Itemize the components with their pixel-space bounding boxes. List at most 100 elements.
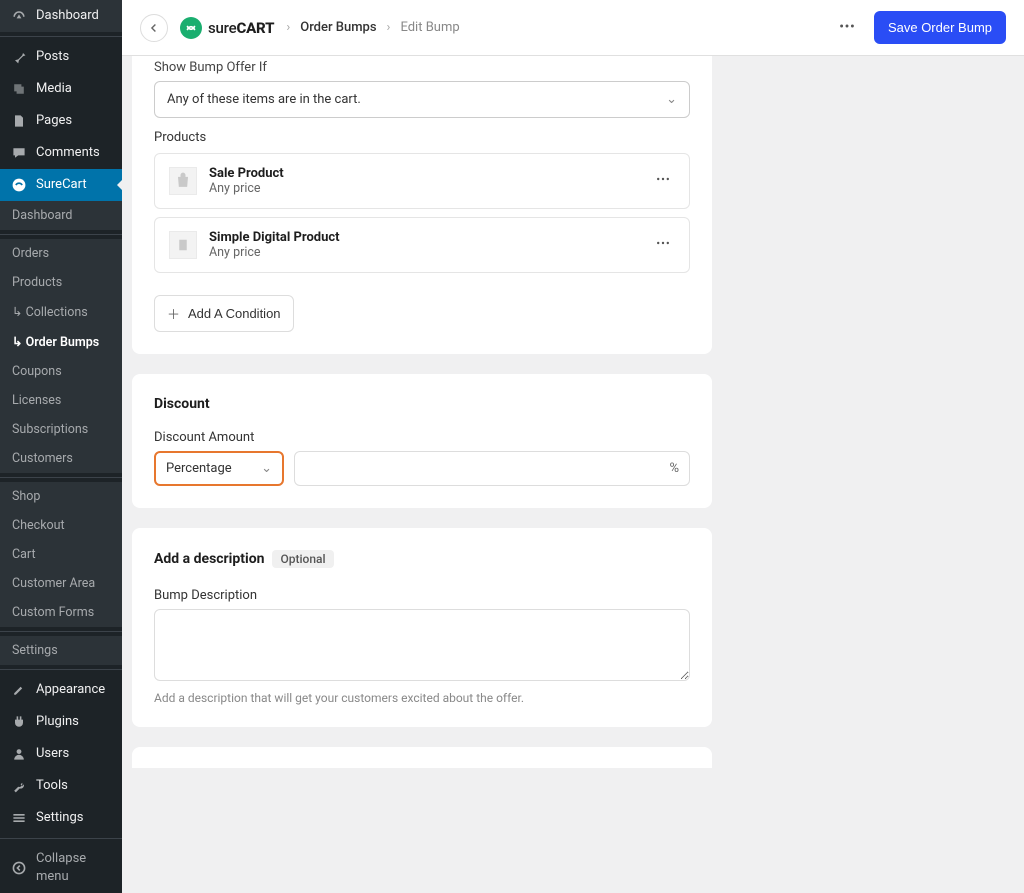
sidebar-item-dashboard[interactable]: Dashboard [0,0,122,32]
sidebar-item-tools[interactable]: Tools [0,770,122,802]
more-actions-button[interactable] [832,13,862,43]
condition-select-value: Any of these items are in the cart. [167,92,361,107]
save-order-bump-button[interactable]: Save Order Bump [874,11,1006,44]
sidebar-item-label: Posts [36,48,69,66]
product-row: Sale Product Any price [154,153,690,209]
plus-icon: ＋ [167,304,180,323]
admin-sidebar: Dashboard Posts Media Pages Comments Sur… [0,0,122,768]
surecart-logo: sureCART [180,17,274,39]
sidebar-item-label: SureCart [36,176,87,194]
wrench-icon [10,777,28,795]
product-name: Simple Digital Product [209,230,639,245]
sidebar-item-label: Plugins [36,713,79,731]
collapse-icon [10,859,28,877]
sidebar-sub-coupons[interactable]: Coupons [0,357,122,386]
discount-amount-label: Discount Amount [154,430,690,445]
optional-pill: Optional [272,550,333,568]
breadcrumb-current: Edit Bump [400,20,459,35]
product-thumb-icon [169,231,197,259]
surecart-logo-icon [180,17,202,39]
sidebar-sub-custom-forms[interactable]: Custom Forms [0,598,122,627]
dots-horizontal-icon [655,171,671,187]
discount-amount-input[interactable]: % [294,451,690,486]
sidebar-item-posts[interactable]: Posts [0,41,122,73]
condition-select[interactable]: Any of these items are in the cart. ⌄ [154,81,690,118]
sidebar-sub-order-bumps[interactable]: ↳ Order Bumps [0,327,122,357]
discount-type-value: Percentage [166,461,232,476]
product-actions-button[interactable] [651,231,675,259]
cta-card: Custom Call to action Optional [132,747,712,768]
sidebar-sub-checkout[interactable]: Checkout [0,511,122,540]
sidebar-item-label: Comments [36,144,100,162]
discount-card: Discount Discount Amount Percentage ⌄ % [132,374,712,508]
plug-icon [10,713,28,731]
sidebar-sub-cart[interactable]: Cart [0,540,122,569]
comment-icon [10,144,28,162]
chevron-down-icon: ⌄ [666,92,677,107]
sidebar-item-settings[interactable]: Settings [0,802,122,834]
sidebar-item-label: Users [36,745,69,763]
product-actions-button[interactable] [651,167,675,195]
page-icon [10,112,28,130]
product-list: Sale Product Any price Simple Digital Pr… [154,153,690,273]
chevron-right-icon: › [387,20,391,35]
sidebar-item-label: Tools [36,777,68,795]
condition-card: Show Bump Offer If Any of these items ar… [132,56,712,354]
product-price: Any price [209,181,639,196]
discount-suffix: % [669,461,679,476]
sidebar-item-users[interactable]: Users [0,738,122,770]
sidebar-item-label: Settings [36,809,83,827]
sidebar-item-comments[interactable]: Comments [0,137,122,169]
content-scroll[interactable]: Show Bump Offer If Any of these items ar… [122,56,1024,768]
topbar: sureCART › Order Bumps › Edit Bump Save … [122,0,1024,56]
sidebar-item-label: Appearance [36,681,105,699]
gauge-icon [10,7,28,25]
sidebar-item-media[interactable]: Media [0,73,122,105]
sidebar-sub-subscriptions[interactable]: Subscriptions [0,415,122,444]
discount-title: Discount [154,396,690,412]
surecart-icon [10,176,28,194]
sidebar-item-label: Collapse menu [36,850,112,886]
media-icon [10,80,28,98]
bump-description-label: Bump Description [154,588,690,603]
breadcrumb: › Order Bumps › Edit Bump [286,20,459,35]
sidebar-sub-licenses[interactable]: Licenses [0,386,122,415]
dots-horizontal-icon [655,235,671,251]
sidebar-sub-customer-area[interactable]: Customer Area [0,569,122,598]
products-label: Products [154,130,690,145]
sidebar-sub-collections[interactable]: ↳ Collections [0,297,122,327]
back-button[interactable] [140,14,168,42]
bump-description-input[interactable] [154,609,690,681]
sidebar-item-pages[interactable]: Pages [0,105,122,137]
product-name: Sale Product [209,166,639,181]
sidebar-sub-orders[interactable]: Orders [0,239,122,268]
breadcrumb-order-bumps[interactable]: Order Bumps [300,20,376,35]
sidebar-item-surecart[interactable]: SureCart [0,169,122,201]
sidebar-item-label: Media [36,80,72,98]
surecart-logo-text: sureCART [208,19,274,37]
sidebar-sub-customers[interactable]: Customers [0,444,122,473]
sidebar-item-plugins[interactable]: Plugins [0,706,122,738]
sliders-icon [10,809,28,827]
description-title: Add a description [154,551,264,567]
sidebar-item-label: Pages [36,112,72,130]
add-condition-button[interactable]: ＋ Add A Condition [154,295,294,332]
sidebar-collapse[interactable]: Collapse menu [0,843,122,893]
pin-icon [10,48,28,66]
bump-description-hint: Add a description that will get your cus… [154,691,690,705]
brush-icon [10,681,28,699]
product-price: Any price [209,245,639,260]
sidebar-item-appearance[interactable]: Appearance [0,674,122,706]
sidebar-sub-dashboard[interactable]: Dashboard [0,201,122,230]
add-condition-label: Add A Condition [188,306,281,321]
main-region: sureCART › Order Bumps › Edit Bump Save … [122,0,1024,768]
sidebar-sub-shop[interactable]: Shop [0,482,122,511]
discount-type-select[interactable]: Percentage ⌄ [154,451,284,486]
chevron-down-icon: ⌄ [261,461,272,476]
sidebar-item-label: Dashboard [36,7,99,25]
sidebar-sub-settings[interactable]: Settings [0,636,122,665]
product-row: Simple Digital Product Any price [154,217,690,273]
chevron-right-icon: › [286,20,290,35]
sidebar-sub-products[interactable]: Products [0,268,122,297]
product-thumb-icon [169,167,197,195]
